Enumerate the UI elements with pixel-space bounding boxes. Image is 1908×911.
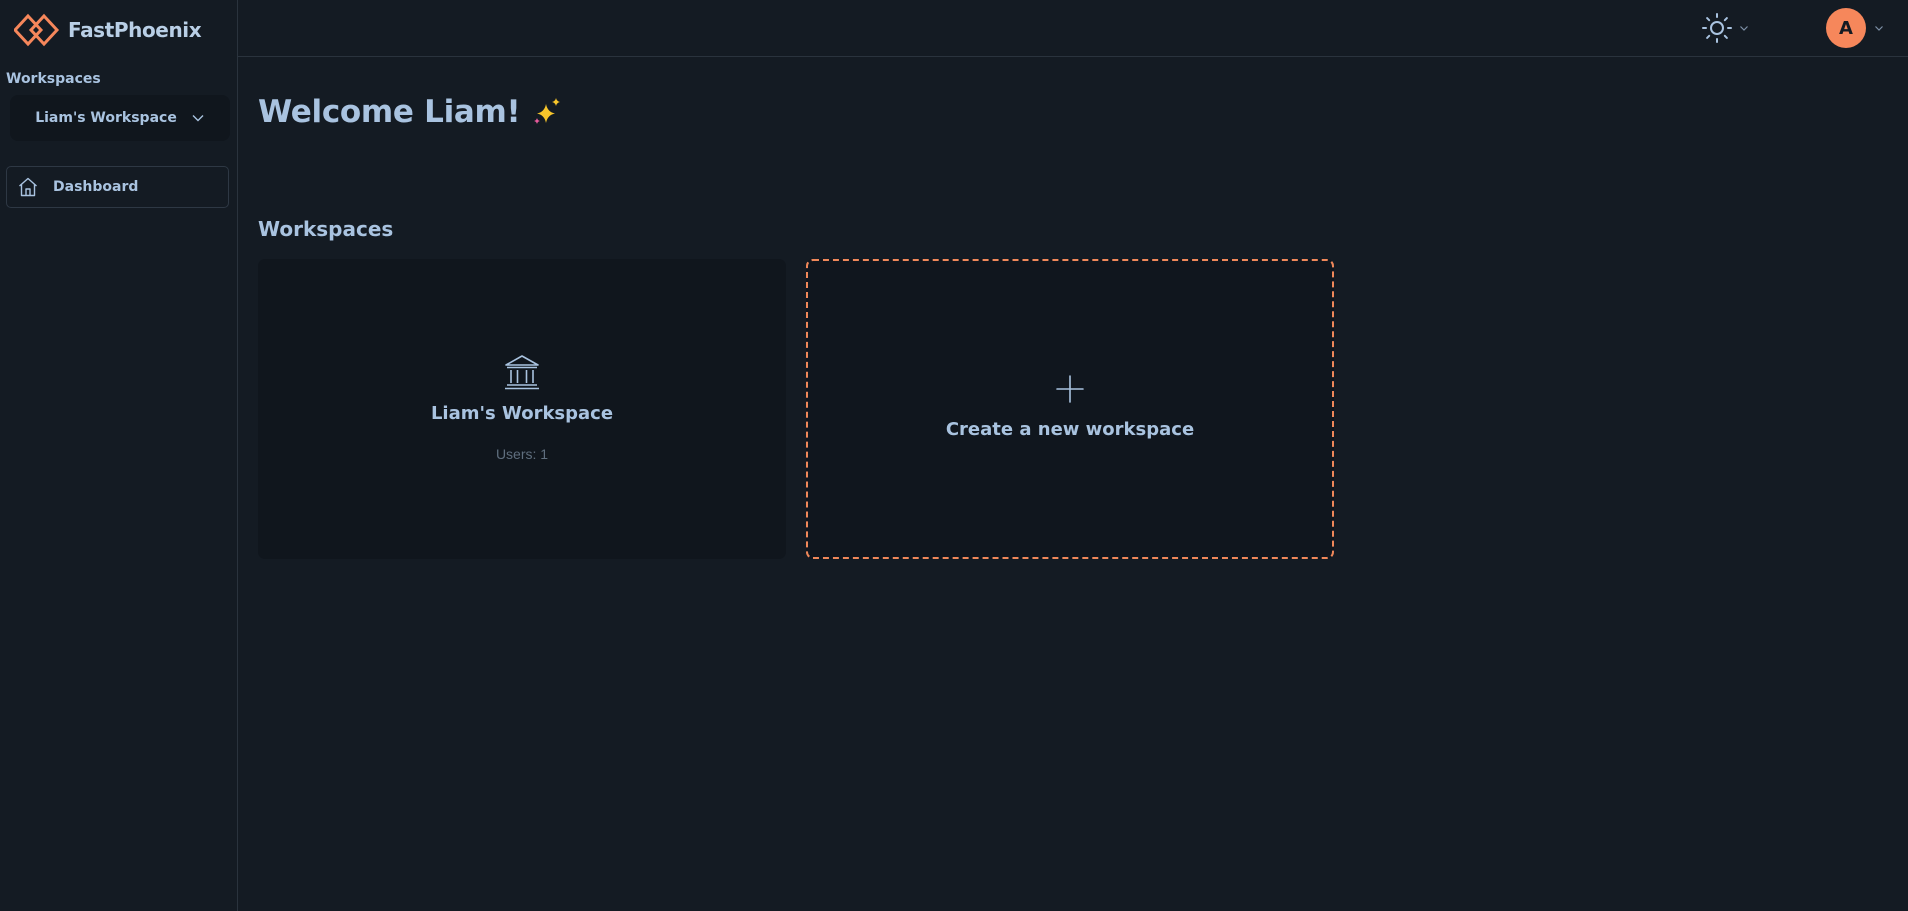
user-menu[interactable]: A	[1826, 7, 1884, 49]
brand-name: FastPhoenix	[68, 18, 202, 42]
create-workspace-label: Create a new workspace	[945, 418, 1195, 440]
brand[interactable]: FastPhoenix	[14, 12, 202, 48]
fastphoenix-logo-icon	[14, 13, 60, 47]
sparkles-icon	[534, 98, 561, 124]
workspace-card-title: Liam's Workspace	[430, 402, 614, 424]
home-icon	[19, 177, 37, 197]
chevron-down-icon	[1740, 26, 1748, 31]
sun-icon	[1702, 13, 1732, 43]
bank-icon	[505, 354, 539, 389]
avatar: A	[1826, 8, 1866, 48]
theme-toggle[interactable]	[1701, 12, 1749, 44]
workspaces-heading: Workspaces	[6, 71, 101, 87]
workspaces-section-title: Workspaces	[258, 217, 394, 241]
workspace-card[interactable]: Liam's Workspace Users: 1	[258, 259, 786, 559]
plus-icon	[1056, 374, 1084, 403]
sidebar-item-label: Dashboard	[53, 179, 139, 195]
topbar: A	[238, 0, 1908, 57]
app-root: FastPhoenix Workspaces Liam's Workspace …	[0, 0, 1908, 911]
sidebar-item-dashboard[interactable]: Dashboard	[6, 166, 229, 208]
workspace-selector[interactable]: Liam's Workspace	[10, 95, 230, 141]
chevron-down-icon	[192, 115, 204, 122]
welcome-text: Welcome Liam!	[258, 94, 521, 130]
page-title: Welcome Liam!	[258, 94, 562, 130]
create-workspace-card[interactable]: Create a new workspace	[806, 259, 1334, 559]
sidebar: FastPhoenix Workspaces Liam's Workspace …	[0, 0, 238, 911]
chevron-down-icon	[1875, 26, 1883, 31]
workspace-selector-label: Liam's Workspace	[35, 110, 177, 126]
workspace-card-users: Users: 1	[495, 445, 549, 462]
